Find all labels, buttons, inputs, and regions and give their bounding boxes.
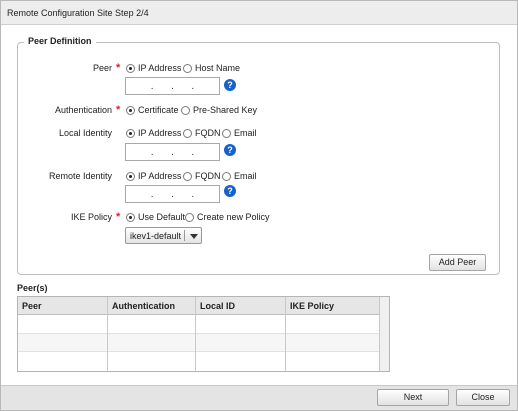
radio-icon: [181, 105, 190, 115]
required-marker: *: [116, 211, 121, 223]
radio-selected-icon: [126, 171, 135, 181]
column-header-ike-policy[interactable]: IKE Policy: [290, 301, 334, 311]
required-marker: *: [116, 104, 121, 116]
table-row[interactable]: [18, 352, 379, 370]
radio-selected-icon: [126, 212, 135, 222]
peer-host-name-radio[interactable]: Host Name: [183, 63, 240, 73]
peer-definition-legend: Peer Definition: [24, 36, 96, 46]
add-peer-button[interactable]: Add Peer: [429, 254, 486, 271]
column-header-peer[interactable]: Peer: [22, 301, 42, 311]
remote-id-email-radio[interactable]: Email: [222, 171, 257, 181]
required-marker: *: [116, 62, 121, 74]
column-header-authentication[interactable]: Authentication: [112, 301, 175, 311]
peer-label: Peer: [92, 63, 112, 73]
ike-policy-select-value: ikev1-default: [130, 231, 182, 241]
radio-icon: [185, 212, 194, 222]
select-divider: [184, 230, 185, 241]
auth-certificate-radio[interactable]: Certificate: [126, 105, 179, 115]
remote-identity-ip-input[interactable]: ...: [125, 185, 220, 203]
authentication-label: Authentication: [54, 105, 112, 115]
chevron-down-icon[interactable]: [190, 234, 198, 239]
peer-ip-address-radio[interactable]: IP Address: [126, 63, 181, 73]
radio-icon: [183, 171, 192, 181]
table-row[interactable]: [18, 316, 379, 334]
peer-ip-input[interactable]: ...: [125, 77, 220, 95]
column-header-local-id[interactable]: Local ID: [200, 301, 235, 311]
local-identity-label: Local Identity: [58, 128, 112, 138]
local-id-ip-address-radio[interactable]: IP Address: [126, 128, 181, 138]
remote-id-ip-address-radio[interactable]: IP Address: [126, 171, 181, 181]
column-divider: [107, 297, 108, 371]
title-bar: Remote Configuration Site Step 2/4: [1, 1, 517, 25]
radio-selected-icon: [126, 128, 135, 138]
close-button[interactable]: Close: [456, 389, 510, 406]
peer-definition-group: [17, 42, 500, 275]
radio-selected-icon: [126, 105, 135, 115]
table-header: Peer Authentication Local ID IKE Policy: [18, 297, 379, 315]
remote-id-fqdn-radio[interactable]: FQDN: [183, 171, 221, 181]
local-id-fqdn-radio[interactable]: FQDN: [183, 128, 221, 138]
column-divider: [195, 297, 196, 371]
help-icon[interactable]: ?: [224, 144, 236, 156]
local-id-email-radio[interactable]: Email: [222, 128, 257, 138]
radio-icon: [222, 128, 231, 138]
peers-table: Peer Authentication Local ID IKE Policy: [17, 296, 390, 372]
help-icon[interactable]: ?: [224, 185, 236, 197]
column-divider: [285, 297, 286, 371]
radio-icon: [183, 63, 192, 73]
ike-use-default-radio[interactable]: Use Default: [126, 212, 185, 222]
help-icon[interactable]: ?: [224, 79, 236, 91]
radio-icon: [183, 128, 192, 138]
table-scrollbar[interactable]: [379, 297, 389, 371]
auth-pre-shared-key-radio[interactable]: Pre-Shared Key: [181, 105, 257, 115]
next-button[interactable]: Next: [377, 389, 449, 406]
ike-create-new-policy-radio[interactable]: Create new Policy: [185, 212, 270, 222]
table-row[interactable]: [18, 334, 379, 352]
radio-icon: [222, 171, 231, 181]
ike-policy-label: IKE Policy: [70, 212, 112, 222]
local-identity-ip-input[interactable]: ...: [125, 143, 220, 161]
radio-selected-icon: [126, 63, 135, 73]
window-title: Remote Configuration Site Step 2/4: [7, 8, 149, 18]
peers-section-title: Peer(s): [17, 283, 48, 293]
ike-policy-select[interactable]: ikev1-default: [125, 227, 202, 244]
remote-identity-label: Remote Identity: [48, 171, 112, 181]
